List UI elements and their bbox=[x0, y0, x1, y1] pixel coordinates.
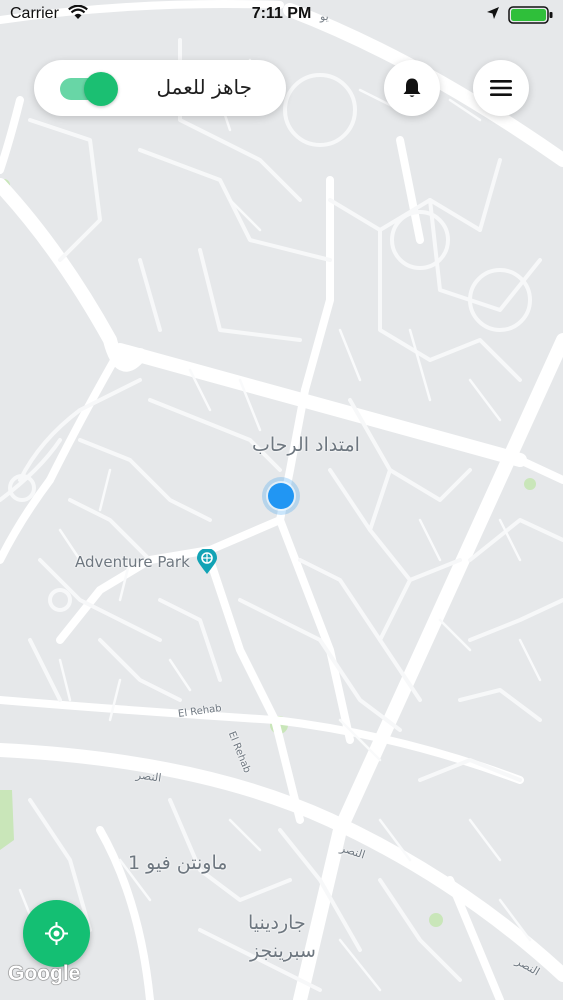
menu-button[interactable] bbox=[473, 60, 529, 116]
bell-icon bbox=[403, 78, 421, 97]
crosshair-icon bbox=[45, 922, 68, 945]
map-label-mountain-view: ماونتن فيو 1 bbox=[128, 852, 228, 874]
google-attribution[interactable]: Google bbox=[8, 962, 80, 986]
map-label-gardenia: جاردينيا bbox=[248, 912, 306, 934]
toggle-knob[interactable] bbox=[84, 72, 118, 106]
battery-icon bbox=[508, 6, 553, 24]
status-bar: Carrier 7:11 PM bbox=[0, 0, 563, 30]
status-time: 7:11 PM bbox=[251, 5, 312, 22]
location-arrow-icon bbox=[487, 7, 499, 19]
map-label-springs: سبرينجز bbox=[250, 940, 316, 962]
user-location-dot bbox=[268, 483, 294, 509]
availability-toggle[interactable]: جاهز للعمل bbox=[34, 60, 286, 116]
map-label-rehab-extension: امتداد الرحاب bbox=[252, 434, 360, 456]
notifications-button[interactable] bbox=[384, 60, 440, 116]
locate-me-button[interactable] bbox=[23, 900, 90, 967]
map-label-adventure-park[interactable]: Adventure Park bbox=[75, 553, 190, 571]
park-pin-icon[interactable] bbox=[196, 549, 218, 575]
hamburger-menu-icon bbox=[490, 80, 512, 96]
availability-label: جاهز للعمل bbox=[156, 75, 252, 99]
